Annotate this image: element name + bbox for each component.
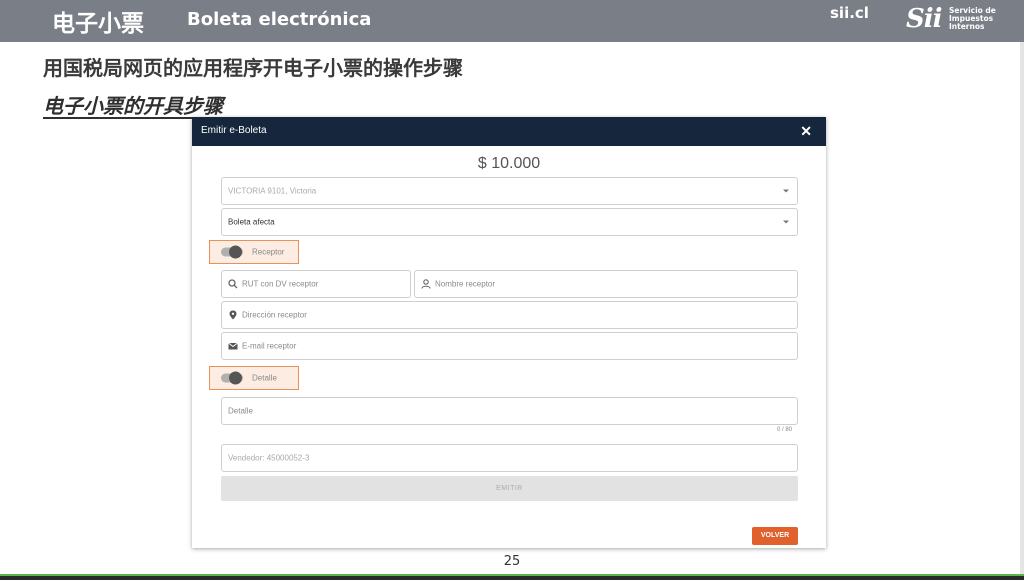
location-pin-icon xyxy=(229,310,237,320)
boleta-type-value: Boleta afecta xyxy=(228,217,275,227)
header-site-url: sii.cl xyxy=(830,4,869,22)
detalle-input[interactable]: Detalle xyxy=(221,397,798,425)
slide-edge xyxy=(1020,42,1024,576)
slide-subtitle: 电子小票的开具步骤 xyxy=(43,94,223,118)
detalle-input-placeholder: Detalle xyxy=(228,406,253,416)
email-input[interactable]: E-mail receptor xyxy=(221,332,798,360)
detalle-toggle-highlight: Detalle xyxy=(209,366,299,390)
header-title-zh: 电子小票 xyxy=(52,11,144,37)
boleta-type-select[interactable]: Boleta afecta xyxy=(221,208,798,236)
amount-display: $ 10.000 xyxy=(477,155,541,172)
bottom-bar xyxy=(0,574,1024,580)
address-input-placeholder: Dirección receptor xyxy=(242,310,307,320)
vendedor-field: Vendedor: 45000052-3 xyxy=(221,444,798,472)
emitir-button[interactable]: EMITIR xyxy=(221,476,798,501)
chevron-down-icon xyxy=(783,189,789,193)
email-input-placeholder: E-mail receptor xyxy=(242,341,297,351)
slide-header: 电子小票 Boleta electrónica sii.cl Sii Servi… xyxy=(0,0,1024,42)
address-select-value: VICTORIA 9101, Victoria xyxy=(228,186,317,196)
address-input[interactable]: Dirección receptor xyxy=(221,301,798,329)
sii-logo: Sii Servicio de Impuestos Internos xyxy=(906,4,1006,36)
receptor-toggle[interactable] xyxy=(221,245,243,259)
receptor-toggle-label: Receptor xyxy=(252,247,285,257)
chevron-down-icon xyxy=(783,220,789,224)
emitir-eboleta-dialog: Emitir e-Boleta ✕ $ 10.000 VICTORIA 9101… xyxy=(192,117,826,548)
detalle-toggle[interactable] xyxy=(221,371,243,385)
header-title-es: Boleta electrónica xyxy=(187,9,372,30)
address-select[interactable]: VICTORIA 9101, Victoria xyxy=(221,177,798,205)
vendedor-value: Vendedor: 45000052-3 xyxy=(228,453,310,463)
page-number: 25 xyxy=(503,554,521,569)
detalle-char-counter: 0 / 80 xyxy=(776,427,792,433)
detalle-toggle-label: Detalle xyxy=(252,373,277,383)
name-input[interactable]: Nombre receptor xyxy=(414,270,798,298)
search-icon xyxy=(228,279,238,289)
rut-input[interactable]: RUT con DV receptor xyxy=(221,270,411,298)
toggle-knob xyxy=(229,245,242,259)
dialog-header: Emitir e-Boleta ✕ xyxy=(192,117,826,146)
slide-title: 用国税局网页的应用程序开电子小票的操作步骤 xyxy=(43,56,463,80)
bottom-accent-line xyxy=(0,574,1024,576)
dialog-title: Emitir e-Boleta xyxy=(201,125,267,136)
person-icon xyxy=(421,279,431,289)
rut-input-placeholder: RUT con DV receptor xyxy=(242,279,319,289)
name-input-placeholder: Nombre receptor xyxy=(435,279,496,289)
toggle-knob xyxy=(229,371,242,385)
mail-icon xyxy=(228,342,238,350)
close-icon[interactable]: ✕ xyxy=(800,123,812,140)
sii-logo-text: Servicio de Impuestos Internos xyxy=(949,6,996,31)
volver-button[interactable]: VOLVER xyxy=(752,527,798,545)
sii-logo-mark: Sii xyxy=(906,4,943,34)
receptor-toggle-highlight: Receptor xyxy=(209,240,299,264)
